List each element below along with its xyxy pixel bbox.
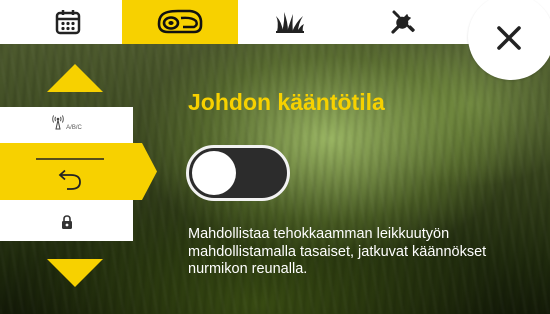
turn-back-icon [54,169,84,196]
grass-icon [275,10,305,34]
close-icon [496,25,522,56]
scroll-down-button[interactable] [46,258,104,288]
sidebar-item-lock[interactable] [50,214,84,236]
tab-tools[interactable] [363,0,443,44]
setting-description: Mahdollistaa tehokkaamman leikkuutyön ma… [188,226,487,277]
close-button[interactable] [468,0,550,80]
toggle-knob [192,151,236,195]
tab-mower[interactable] [122,0,238,44]
calendar-icon [55,9,81,35]
tab-schedule[interactable] [28,0,108,44]
signal-antenna-icon [51,114,65,135]
scroll-up-button[interactable] [46,63,104,93]
tab-grass[interactable] [250,0,330,44]
sidebar-item-label: A/B/C [66,124,82,131]
robot-mower-icon [156,9,204,35]
sidebar-item-signal[interactable]: A/B/C [0,107,133,142]
turn-mode-toggle[interactable] [186,145,290,201]
arrow-down-icon [47,259,103,287]
lock-icon [61,215,73,235]
sidebar-item-turn-mode[interactable] [0,143,158,200]
arrow-up-icon [47,64,103,92]
page-title: Johdon kääntötila [188,89,385,115]
tools-icon [389,8,417,36]
